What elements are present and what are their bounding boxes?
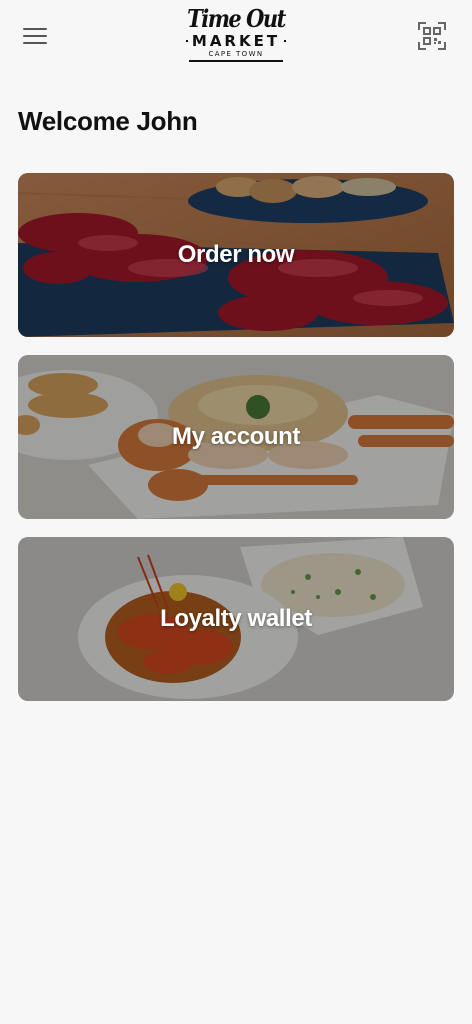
my-account-label: My account xyxy=(171,423,301,450)
loyalty-wallet-label: Loyalty wallet xyxy=(160,605,312,632)
welcome-heading: Welcome John xyxy=(18,106,198,136)
logo-line3: CAPE TOWN xyxy=(208,50,264,58)
order-now-card[interactable]: Order now xyxy=(18,173,454,337)
time-out-market-logo: Time Out MARKET CAPE TOWN xyxy=(186,4,286,64)
my-account-card[interactable]: My account xyxy=(18,355,454,519)
qr-scan-icon[interactable] xyxy=(416,20,448,52)
app-header: Time Out MARKET CAPE TOWN xyxy=(0,0,472,80)
logo-line2: MARKET xyxy=(191,32,281,50)
logo-line1: Time Out xyxy=(187,4,286,33)
loyalty-wallet-card[interactable]: Loyalty wallet xyxy=(18,537,454,701)
order-now-label: Order now xyxy=(177,241,295,268)
hamburger-menu-icon[interactable] xyxy=(18,22,52,50)
